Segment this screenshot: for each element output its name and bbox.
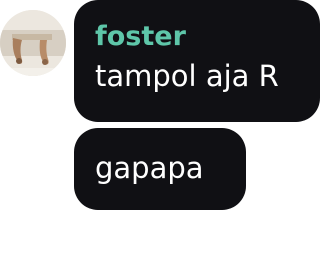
sender-name: foster bbox=[95, 21, 186, 52]
message-bubble[interactable]: foster tampol aja R bbox=[74, 0, 320, 122]
message-text: gapapa bbox=[95, 151, 204, 185]
user-avatar[interactable] bbox=[0, 10, 66, 76]
avatar-photo-icon bbox=[0, 10, 66, 76]
message-text: tampol aja R bbox=[95, 59, 279, 93]
message-bubble[interactable]: gapapa bbox=[74, 128, 246, 210]
